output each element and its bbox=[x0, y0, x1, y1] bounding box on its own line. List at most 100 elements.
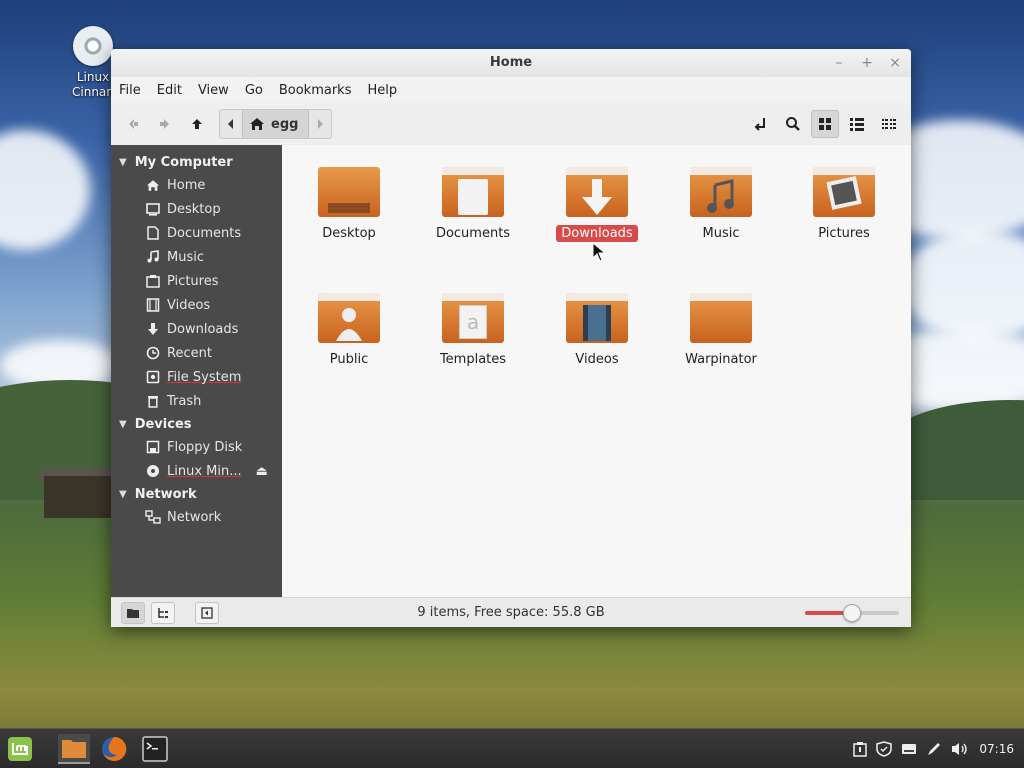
file-item-desktop[interactable]: Desktop bbox=[299, 167, 399, 242]
files-taskbar-button[interactable] bbox=[58, 734, 90, 764]
folder-public-icon bbox=[318, 293, 380, 345]
file-item-videos[interactable]: Videos bbox=[547, 293, 647, 368]
menu-help[interactable]: Help bbox=[367, 83, 397, 98]
menu-bookmarks[interactable]: Bookmarks bbox=[279, 83, 352, 98]
list-view-button[interactable] bbox=[843, 110, 871, 138]
maximize-button[interactable]: + bbox=[857, 53, 877, 73]
status-bar: 9 items, Free space: 55.8 GB bbox=[111, 597, 911, 627]
file-manager-window: Home – + × File Edit View Go Bookmarks H… bbox=[111, 49, 911, 627]
icon-view-icon bbox=[819, 118, 831, 130]
sidebar-item-videos[interactable]: Videos bbox=[111, 293, 282, 317]
close-button[interactable]: × bbox=[885, 53, 905, 73]
path-forward-arrow[interactable] bbox=[309, 110, 331, 138]
file-item-documents[interactable]: Documents bbox=[423, 167, 523, 242]
sidebar-item-label: Recent bbox=[167, 345, 212, 361]
folder-music-icon bbox=[690, 167, 752, 219]
sidebar-item-linux-mint-disc[interactable]: Linux Min... ⏏ bbox=[111, 459, 282, 483]
volume-icon[interactable] bbox=[951, 742, 969, 756]
menu-button[interactable] bbox=[4, 734, 36, 764]
file-name: Public bbox=[329, 352, 369, 367]
menu-file[interactable]: File bbox=[119, 83, 141, 98]
folder-desktop-icon bbox=[318, 167, 380, 219]
compact-view-button[interactable] bbox=[875, 110, 903, 138]
compact-view-icon bbox=[882, 119, 896, 129]
eject-icon[interactable]: ⏏ bbox=[256, 464, 268, 479]
icon-view-button[interactable] bbox=[811, 110, 839, 138]
chevron-right-icon bbox=[318, 119, 324, 129]
file-name: Downloads bbox=[556, 225, 638, 242]
desktop-icon bbox=[145, 201, 161, 217]
sidebar-section-network[interactable]: ▼ Network bbox=[111, 483, 282, 505]
pen-icon[interactable] bbox=[926, 741, 942, 757]
search-button[interactable] bbox=[779, 110, 807, 138]
terminal-launcher[interactable] bbox=[139, 734, 171, 764]
terminal-icon bbox=[142, 736, 168, 762]
folder-warpinator-icon bbox=[690, 293, 752, 345]
path-back-arrow[interactable] bbox=[220, 110, 242, 138]
sidebar-item-downloads[interactable]: Downloads bbox=[111, 317, 282, 341]
menu-edit[interactable]: Edit bbox=[157, 83, 182, 98]
sidebar-item-documents[interactable]: Documents bbox=[111, 221, 282, 245]
menu-go[interactable]: Go bbox=[245, 83, 263, 98]
file-name: Templates bbox=[439, 352, 507, 367]
sidebar-item-label: Downloads bbox=[167, 321, 239, 337]
clock[interactable]: 07:16 bbox=[979, 742, 1014, 756]
keyboard-icon[interactable] bbox=[901, 743, 917, 755]
file-name: Documents bbox=[435, 226, 511, 241]
title-bar[interactable]: Home – + × bbox=[111, 49, 911, 77]
sidebar-item-label: Linux Min... bbox=[167, 463, 242, 479]
pictures-icon bbox=[145, 273, 161, 289]
file-item-public[interactable]: Public bbox=[299, 293, 399, 368]
sidebar-item-network[interactable]: Network bbox=[111, 505, 282, 529]
file-item-pictures[interactable]: Pictures bbox=[794, 167, 894, 242]
file-item-music[interactable]: Music bbox=[671, 167, 771, 242]
zoom-slider[interactable] bbox=[805, 604, 899, 622]
sidebar-section-my-computer[interactable]: ▼ My Computer bbox=[111, 151, 282, 173]
open-terminal-button[interactable] bbox=[747, 110, 775, 138]
firefox-launcher[interactable] bbox=[98, 734, 130, 764]
status-text: 9 items, Free space: 55.8 GB bbox=[417, 605, 605, 620]
folder-videos-icon bbox=[566, 293, 628, 345]
chevron-left-icon bbox=[228, 119, 233, 129]
downloads-icon bbox=[145, 321, 161, 337]
up-button[interactable] bbox=[183, 110, 211, 138]
file-name: Pictures bbox=[818, 226, 870, 241]
sidebar-item-recent[interactable]: Recent bbox=[111, 341, 282, 365]
firefox-icon bbox=[102, 736, 127, 761]
trash-icon bbox=[145, 393, 161, 409]
sidebar-item-label: Videos bbox=[167, 297, 211, 313]
forward-icon bbox=[160, 119, 169, 129]
sidebar-item-label: File System bbox=[167, 369, 242, 385]
file-item-warpinator[interactable]: Warpinator bbox=[671, 293, 771, 368]
shield-icon[interactable] bbox=[876, 741, 893, 757]
path-crumb-label: egg bbox=[271, 116, 299, 132]
file-item-templates[interactable]: a Templates bbox=[423, 293, 523, 368]
sidebar-section-devices[interactable]: ▼ Devices bbox=[111, 413, 282, 435]
sidebar-item-pictures[interactable]: Pictures bbox=[111, 269, 282, 293]
sidebar-item-label: Trash bbox=[167, 393, 202, 409]
documents-icon bbox=[145, 225, 161, 241]
file-name: Desktop bbox=[322, 226, 376, 241]
system-tray: 07:16 bbox=[844, 729, 1014, 768]
sidebar-item-home[interactable]: Home bbox=[111, 173, 282, 197]
file-view[interactable]: Desktop Documents Downloads Music Pictur… bbox=[282, 145, 911, 597]
expander-icon: ▼ bbox=[119, 418, 127, 430]
desktop-disc-shortcut[interactable]: Linux Cinnam bbox=[72, 26, 118, 100]
disc-icon bbox=[145, 463, 161, 479]
back-button[interactable] bbox=[119, 110, 147, 138]
notification-icon[interactable] bbox=[853, 741, 868, 757]
menu-view[interactable]: View bbox=[198, 83, 229, 98]
minimize-button[interactable]: – bbox=[829, 53, 849, 73]
drive-icon bbox=[145, 369, 161, 385]
sidebar-item-trash[interactable]: Trash bbox=[111, 389, 282, 413]
zoom-slider-handle[interactable] bbox=[843, 604, 861, 622]
path-crumb-home[interactable]: egg bbox=[242, 110, 310, 138]
forward-button[interactable] bbox=[151, 110, 179, 138]
sidebar-item-desktop[interactable]: Desktop bbox=[111, 197, 282, 221]
sidebar-item-file-system[interactable]: File System bbox=[111, 365, 282, 389]
sidebar-item-label: Documents bbox=[167, 225, 242, 241]
sidebar-item-music[interactable]: Music bbox=[111, 245, 282, 269]
file-item-downloads[interactable]: Downloads bbox=[547, 167, 647, 242]
sidebar-item-floppy-disk[interactable]: Floppy Disk bbox=[111, 435, 282, 459]
up-icon bbox=[192, 119, 202, 129]
